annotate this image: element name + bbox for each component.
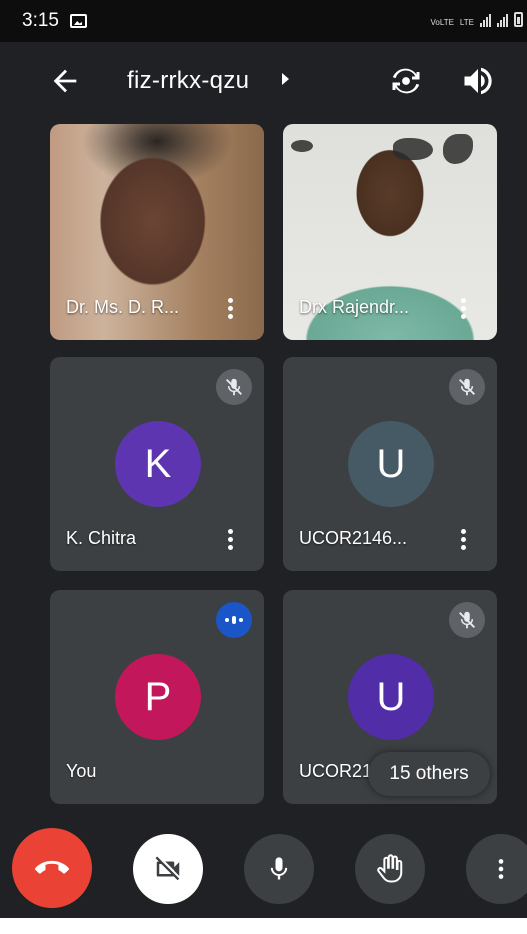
participant-name: Drx Rajendr... <box>299 297 410 317</box>
participant-tile[interactable]: K K. Chitra <box>50 357 264 571</box>
participant-more-button[interactable] <box>220 296 240 322</box>
participant-more-button[interactable] <box>453 296 473 322</box>
participant-name: Dr. Ms. D. R... <box>66 297 180 317</box>
avatar: K <box>115 421 201 507</box>
participant-tile-video[interactable]: Dr. Ms. D. R... <box>50 124 264 340</box>
participant-tile-self[interactable]: P You <box>50 590 264 804</box>
more-vert-icon <box>498 859 504 879</box>
lte-indicator: LTE <box>459 18 474 27</box>
signal-2-icon <box>497 13 508 27</box>
battery-icon <box>514 12 523 27</box>
meet-call-screen: 3:15 VoLTE LTE fiz-rrkx-qzu Dr. Ms. D. R… <box>0 0 527 918</box>
mic-off-icon <box>449 369 485 405</box>
meeting-code[interactable]: fiz-rrkx-qzu <box>127 67 249 95</box>
microphone-toggle-button[interactable] <box>244 834 314 904</box>
meeting-header: fiz-rrkx-qzu <box>0 50 527 112</box>
others-button[interactable]: 15 others <box>368 752 490 796</box>
participant-more-button[interactable] <box>220 527 240 553</box>
avatar: U <box>348 421 434 507</box>
participant-name: UCOR2146... <box>299 528 408 548</box>
participant-more-button[interactable] <box>453 527 473 553</box>
participant-tile-video[interactable]: Drx Rajendr... <box>283 124 497 340</box>
status-bar: 3:15 VoLTE LTE <box>0 0 527 42</box>
status-time: 3:15 <box>22 10 59 31</box>
speaking-indicator-icon <box>216 602 252 638</box>
hang-up-icon <box>35 860 69 874</box>
participant-name: K. Chitra <box>66 528 137 548</box>
hand-icon <box>377 854 403 883</box>
caret-right-icon[interactable] <box>282 73 289 85</box>
image-notification-icon <box>70 14 87 28</box>
switch-camera-button[interactable] <box>388 63 424 99</box>
mic-off-icon <box>216 369 252 405</box>
signal-1-icon <box>480 13 491 27</box>
participant-tile[interactable]: U UCOR2146... <box>283 357 497 571</box>
microphone-icon <box>270 857 288 880</box>
avatar: P <box>115 654 201 740</box>
end-call-button[interactable] <box>12 828 92 908</box>
avatar: U <box>348 654 434 740</box>
participant-name: You <box>66 761 97 781</box>
audio-output-button[interactable] <box>460 63 496 99</box>
camera-toggle-button[interactable] <box>133 834 203 904</box>
volte-indicator: VoLTE <box>430 18 454 27</box>
status-indicators: VoLTE LTE <box>430 12 523 27</box>
mic-off-icon <box>449 602 485 638</box>
switch-camera-icon <box>392 68 420 94</box>
speaker-icon <box>464 67 492 95</box>
more-options-button[interactable] <box>466 834 527 904</box>
camera-off-icon <box>155 856 180 881</box>
back-button[interactable] <box>48 64 82 98</box>
arrow-left-icon <box>53 69 77 93</box>
raise-hand-button[interactable] <box>355 834 425 904</box>
